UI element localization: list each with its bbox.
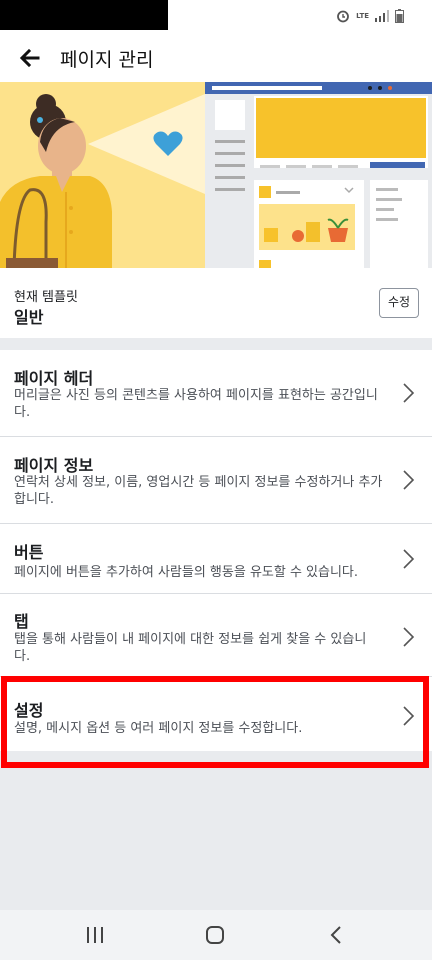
status-redaction: [0, 0, 168, 30]
list-item-title: 페이지 정보: [14, 456, 94, 475]
current-template-value: 일반: [14, 308, 44, 327]
lte-icon: LTE: [356, 11, 369, 20]
list-item-description: 탭을 통해 사람들이 내 페이지에 대한 정보를 쉽게 찾을 수 있습니다.: [14, 632, 367, 664]
chevron-right-icon: [403, 383, 415, 403]
system-nav-bar: [0, 910, 432, 960]
alarm-icon: [337, 10, 350, 23]
home-icon[interactable]: [204, 924, 226, 946]
list-item-description: 페이지에 버튼을 추가하여 사람들의 행동을 유도할 수 있습니다.: [14, 565, 359, 580]
current-template-section: 현재 템플릿 일반 수정: [0, 268, 432, 338]
back-nav-icon[interactable]: [326, 924, 348, 946]
list-item-title: 탭: [14, 612, 29, 631]
recent-apps-icon[interactable]: [84, 924, 106, 946]
list-item-description: 연락처 상세 정보, 이름, 영업시간 등 페이지 정보를 수정하거나 추가합니…: [14, 475, 383, 507]
highlight-box: [1, 676, 429, 768]
list-item-title: 버튼: [14, 543, 44, 562]
page-illustration: [0, 82, 432, 268]
page-title: 페이지 관리: [60, 49, 154, 71]
list-item-description: 머리글은 사진 등의 콘텐츠를 사용하여 페이지를 표현하는 공간입니다.: [14, 388, 378, 420]
chevron-right-icon: [403, 470, 415, 490]
chevron-right-icon: [403, 549, 415, 569]
list-item-page-header[interactable]: 페이지 헤더 머리글은 사진 등의 콘텐츠를 사용하여 페이지를 표현하는 공간…: [0, 350, 432, 437]
list-item-title: 페이지 헤더: [14, 369, 94, 388]
current-template-label: 현재 템플릿: [14, 290, 78, 305]
signal-icon: [375, 10, 389, 22]
list-item-buttons[interactable]: 버튼 페이지에 버튼을 추가하여 사람들의 행동을 유도할 수 있습니다.: [0, 524, 432, 594]
list-item-page-info[interactable]: 페이지 정보 연락처 상세 정보, 이름, 영업시간 등 페이지 정보를 수정하…: [0, 437, 432, 524]
back-arrow-icon[interactable]: [16, 46, 44, 70]
app-bar: 페이지 관리: [0, 34, 432, 82]
edit-template-button[interactable]: 수정: [379, 288, 419, 318]
list-item-tabs[interactable]: 탭 탭을 통해 사람들이 내 페이지에 대한 정보를 쉽게 찾을 수 있습니다.: [0, 594, 432, 677]
chevron-right-icon: [403, 627, 415, 647]
status-bar: LTE: [0, 0, 432, 34]
hero-illustration: [0, 82, 432, 268]
battery-icon: [395, 9, 404, 23]
